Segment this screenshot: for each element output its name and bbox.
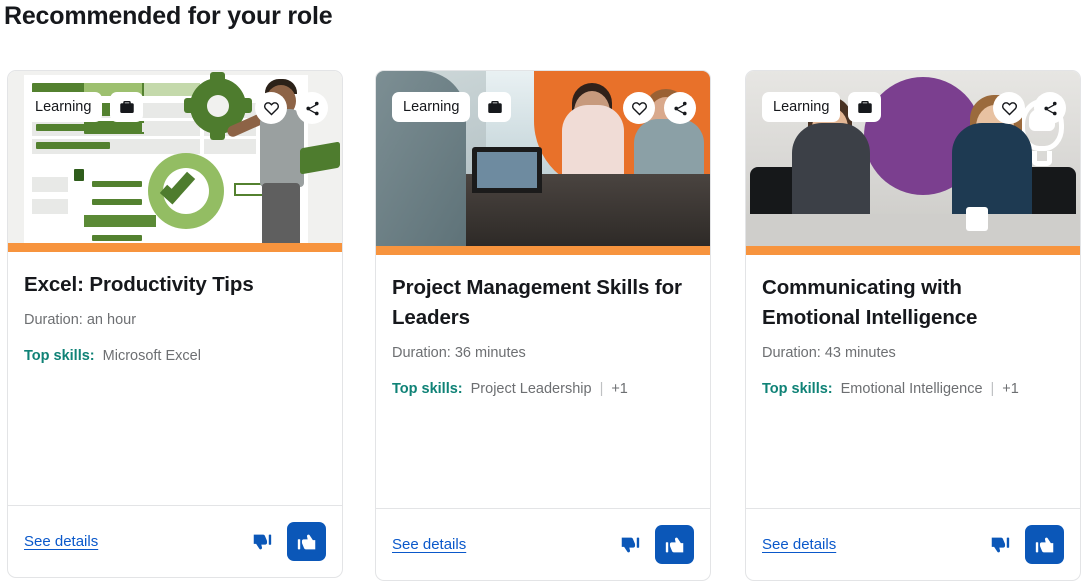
heart-icon[interactable] [623, 92, 655, 124]
media-actions [623, 92, 696, 124]
course-card[interactable]: Learning [375, 70, 711, 581]
thumbs-up-button[interactable] [1025, 525, 1064, 564]
feedback-group [249, 522, 326, 561]
thumbs-up-button[interactable] [655, 525, 694, 564]
card-title: Communicating with Emotional Intelligenc… [762, 276, 978, 329]
card-footer: See details [8, 505, 342, 577]
briefcase-icon [848, 92, 882, 122]
check-shape [148, 153, 224, 229]
feedback-group [987, 525, 1064, 564]
accent-bar [8, 243, 342, 252]
card-media: Learning [376, 71, 710, 255]
thumbs-up-button[interactable] [287, 522, 326, 561]
share-icon[interactable] [1034, 92, 1066, 124]
card-title: Excel: Productivity Tips [24, 273, 254, 296]
skills-more-count: +1 [611, 380, 628, 397]
card-duration: Duration: an hour [24, 311, 137, 328]
card-skills: Top skills: Project Leadership | +1 [392, 381, 694, 397]
media-actions [993, 92, 1066, 124]
page-title: Recommended for your role [4, 2, 333, 30]
share-icon[interactable] [664, 92, 696, 124]
card-footer: See details [746, 508, 1080, 580]
card-body: Communicating with Emotional Intelligenc… [746, 255, 1080, 508]
card-body: Project Management Skills for Leaders Du… [376, 255, 710, 508]
skills-label: Top skills: [24, 347, 95, 364]
heart-icon[interactable] [993, 92, 1025, 124]
see-details-link[interactable]: See details [24, 533, 98, 550]
accent-bar [746, 246, 1080, 255]
learning-badge: Learning [24, 92, 103, 122]
feedback-group [617, 525, 694, 564]
skills-separator: | [990, 380, 995, 397]
thumbs-down-icon[interactable] [987, 532, 1013, 558]
media-badges: Learning [762, 92, 882, 122]
card-duration: Duration: 43 minutes [762, 344, 896, 361]
share-icon[interactable] [296, 92, 328, 124]
see-details-link[interactable]: See details [762, 536, 836, 553]
course-card[interactable]: Learning [745, 70, 1081, 581]
card-media: Learning [746, 71, 1080, 255]
thumbs-down-icon[interactable] [617, 532, 643, 558]
skills-more-count: +1 [1002, 380, 1019, 397]
skill-name: Emotional Intelligence [840, 380, 983, 397]
skills-separator: | [599, 380, 604, 397]
thumbs-down-icon[interactable] [249, 529, 275, 555]
accent-bar [376, 246, 710, 255]
recommendations-page: Recommended for your role Learning Excel… [0, 0, 1090, 588]
card-title: Project Management Skills for Leaders [392, 276, 682, 329]
course-card[interactable]: Learning [7, 70, 343, 578]
skills-label: Top skills: [762, 380, 833, 397]
card-skills: Top skills: Microsoft Excel [24, 348, 326, 364]
skills-label: Top skills: [392, 380, 463, 397]
card-body: Excel: Productivity Tips Duration: an ho… [8, 252, 342, 505]
skill-name: Microsoft Excel [102, 347, 201, 364]
briefcase-icon [478, 92, 512, 122]
media-badges: Learning [24, 92, 144, 122]
card-media: Learning [8, 71, 342, 252]
card-footer: See details [376, 508, 710, 580]
media-actions [255, 92, 328, 124]
heart-icon[interactable] [255, 92, 287, 124]
skill-name: Project Leadership [470, 380, 592, 397]
card-skills: Top skills: Emotional Intelligence | +1 [762, 381, 1064, 397]
card-duration: Duration: 36 minutes [392, 344, 526, 361]
learning-badge: Learning [392, 92, 471, 122]
briefcase-icon [110, 92, 144, 122]
see-details-link[interactable]: See details [392, 536, 466, 553]
media-badges: Learning [392, 92, 512, 122]
learning-badge: Learning [762, 92, 841, 122]
